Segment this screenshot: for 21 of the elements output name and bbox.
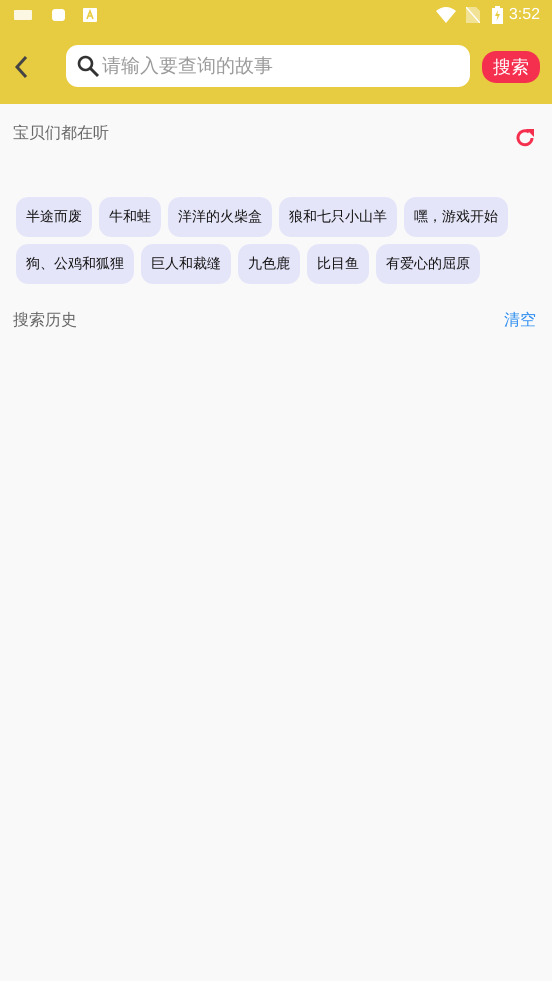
story-tag[interactable]: 洋洋的火柴盒 <box>168 197 272 237</box>
search-icon <box>76 54 100 78</box>
wifi-icon <box>436 7 456 23</box>
story-tag[interactable]: 有爱心的屈原 <box>376 244 480 284</box>
story-tag[interactable]: 巨人和裁缝 <box>141 244 231 284</box>
section-title: 宝贝们都在听 <box>13 122 109 144</box>
story-tag[interactable]: 嘿，游戏开始 <box>404 197 508 237</box>
story-tag[interactable]: 半途而废 <box>16 197 92 237</box>
search-button[interactable]: 搜索 <box>482 51 540 83</box>
search-field[interactable]: 请输入要查询的故事 <box>66 45 470 87</box>
story-tag[interactable]: 比目鱼 <box>307 244 369 284</box>
clock: 3:52 <box>508 6 540 24</box>
story-tag[interactable]: 狗、公鸡和狐狸 <box>16 244 134 284</box>
section-title: 搜索历史 <box>13 310 77 331</box>
story-tag[interactable]: 牛和蛙 <box>99 197 161 237</box>
story-tag[interactable]: 九色鹿 <box>238 244 300 284</box>
story-tag[interactable]: 狼和七只小山羊 <box>279 197 397 237</box>
no-sim-icon <box>466 7 480 23</box>
refresh-button[interactable] <box>514 127 536 149</box>
battery-icon <box>492 6 503 24</box>
text-icon <box>83 8 97 22</box>
